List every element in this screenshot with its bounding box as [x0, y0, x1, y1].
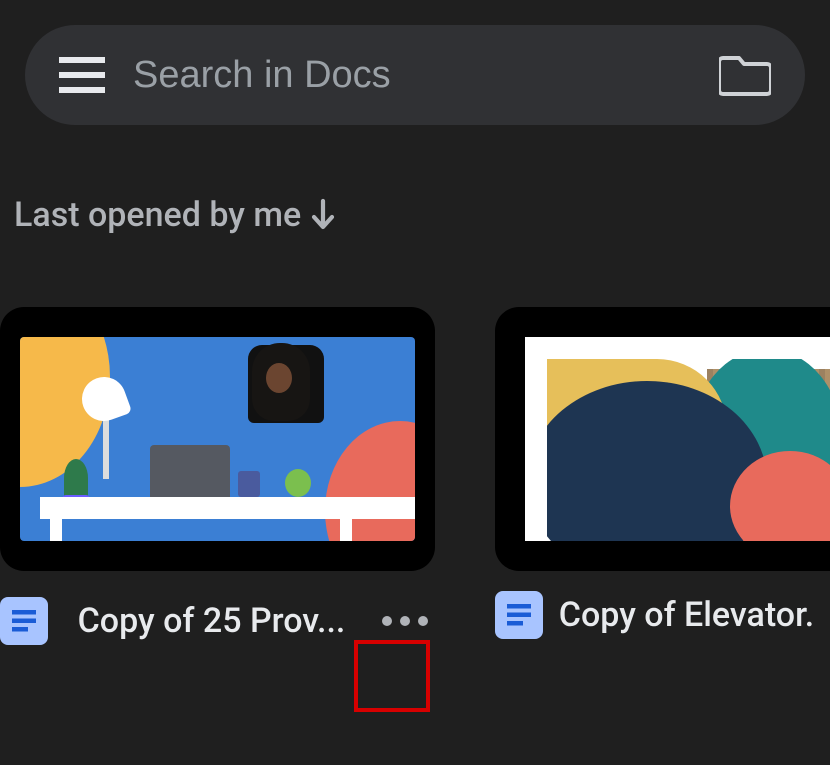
document-title: Copy of 25 Prov... — [62, 599, 361, 643]
menu-icon[interactable] — [59, 57, 105, 93]
doc-type-icon — [0, 597, 48, 645]
document-grid: Copy of 25 Prov... Copy of — [0, 307, 830, 651]
search-input[interactable] — [133, 54, 719, 97]
folder-icon[interactable] — [719, 54, 771, 96]
sort-dropdown[interactable]: Last opened by me — [14, 195, 830, 235]
more-options-button[interactable] — [375, 591, 435, 651]
sort-label: Last opened by me — [14, 195, 301, 235]
document-card[interactable]: Copy of 25 Prov... — [0, 307, 435, 651]
document-thumbnail — [495, 307, 830, 571]
doc-type-icon — [495, 591, 543, 639]
document-title: Copy of Elevator. — [557, 593, 816, 637]
arrow-down-icon — [307, 197, 339, 233]
search-bar — [25, 25, 805, 125]
more-horizontal-icon — [381, 615, 429, 627]
document-card[interactable]: Copy of Elevator. — [495, 307, 830, 651]
document-thumbnail — [0, 307, 435, 571]
